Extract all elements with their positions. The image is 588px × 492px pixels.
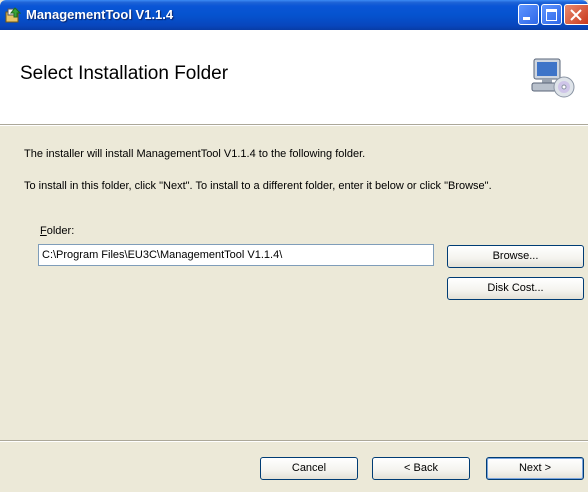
disk-cost-button[interactable]: Disk Cost... [447, 277, 584, 300]
window-title: ManagementTool V1.1.4 [26, 7, 174, 22]
folder-path-input[interactable] [38, 244, 434, 266]
footer-divider-highlight [0, 441, 588, 442]
folder-label: Folder: [40, 225, 74, 237]
info-text-line-1: The installer will install ManagementToo… [24, 148, 366, 160]
close-icon[interactable] [564, 4, 588, 25]
installer-icon [5, 7, 21, 23]
minimize-icon[interactable] [518, 4, 539, 25]
browse-button[interactable]: Browse... [447, 245, 584, 268]
title-bar[interactable]: ManagementTool V1.1.4 [0, 0, 588, 30]
back-button[interactable]: < Back [372, 457, 470, 480]
header-banner: Select Installation Folder [0, 30, 588, 125]
folder-label-mnemonic: F [40, 225, 47, 237]
folder-label-text: older: [46, 225, 75, 237]
computer-cd-icon [531, 58, 575, 98]
cancel-button[interactable]: Cancel [260, 457, 358, 480]
header-divider [0, 125, 588, 126]
maximize-icon[interactable] [541, 4, 562, 25]
page-title: Select Installation Folder [20, 63, 229, 84]
next-button[interactable]: Next > [486, 457, 584, 480]
info-text-line-2: To install in this folder, click "Next".… [24, 180, 492, 192]
